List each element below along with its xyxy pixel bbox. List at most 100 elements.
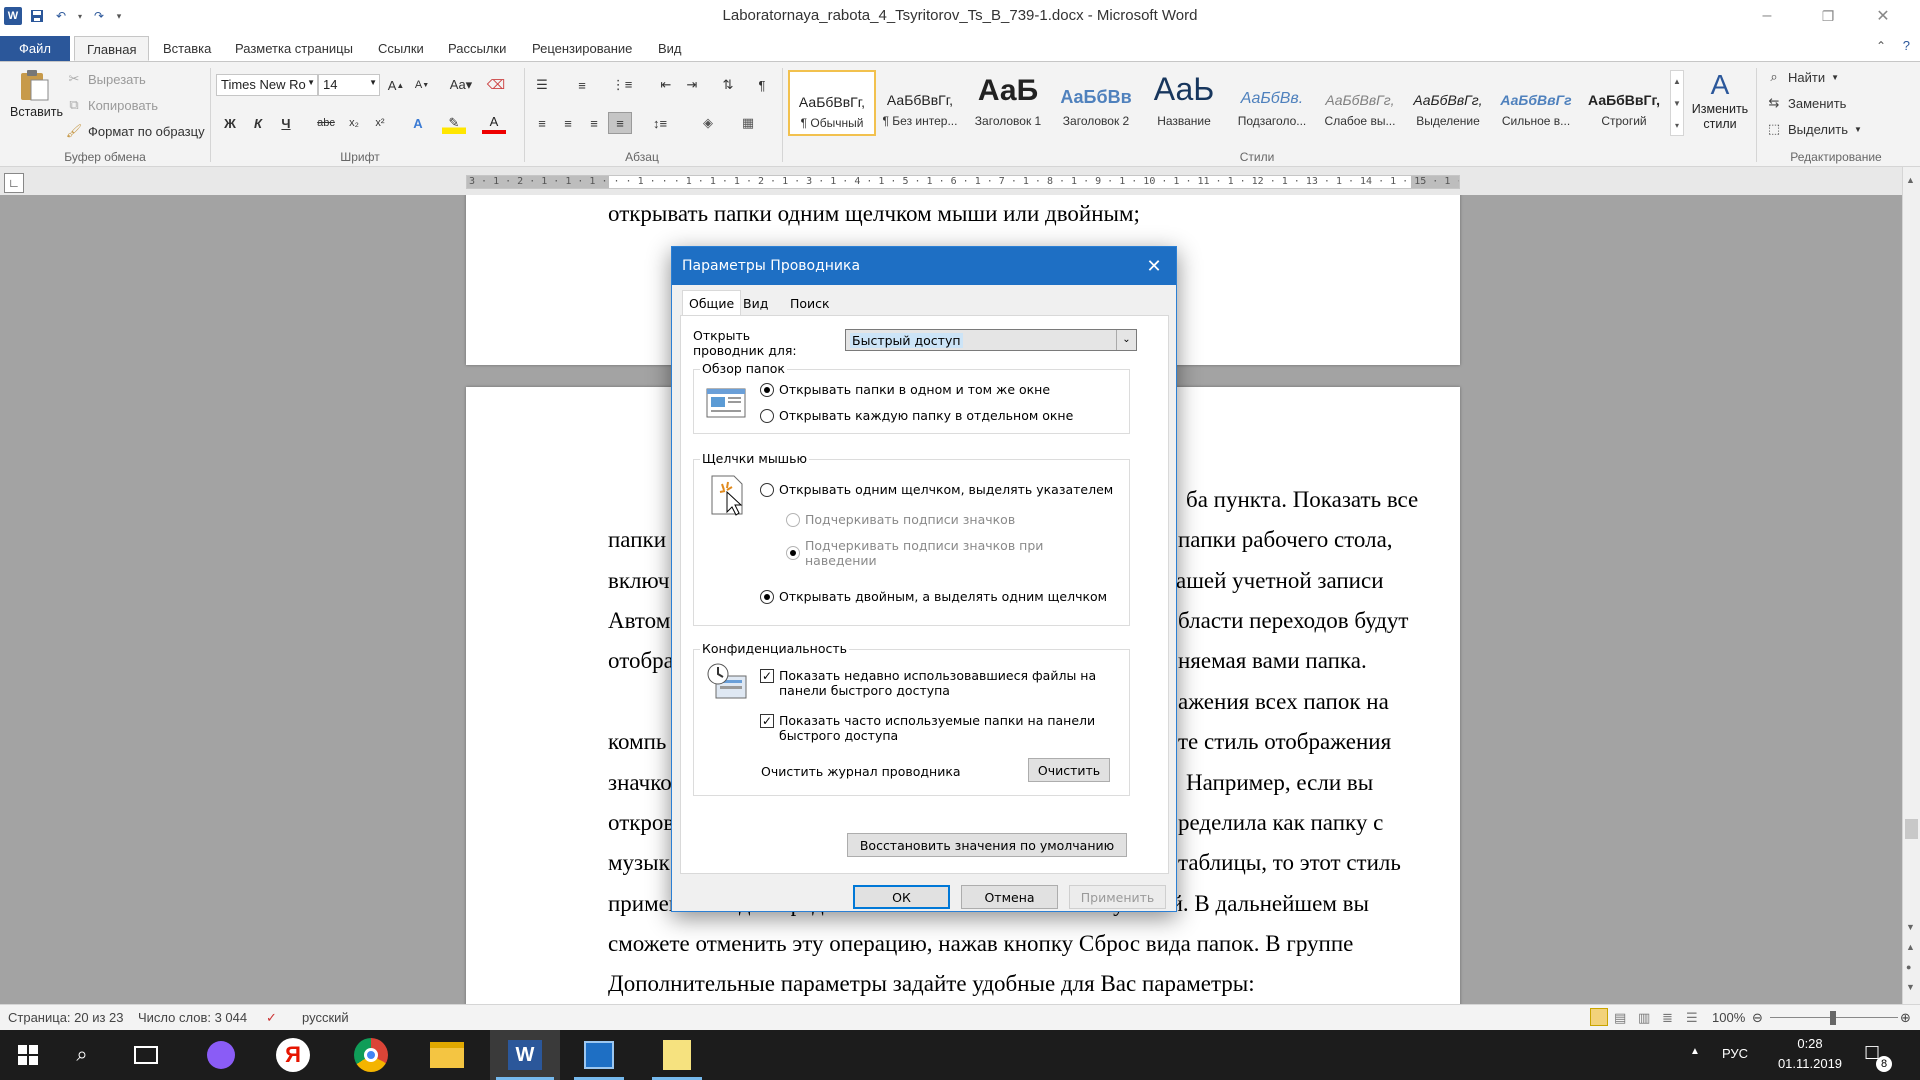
tab-review[interactable]: Рецензирование [520, 36, 644, 61]
search-icon[interactable]: ⌕ [58, 1030, 106, 1080]
outline-icon[interactable]: ≣ [1662, 1010, 1673, 1026]
bold-icon[interactable]: Ж [218, 112, 242, 134]
style-emphasis[interactable]: АаБбВвГг, Выделение [1404, 70, 1492, 136]
radio-new-window[interactable]: Открывать каждую папку в отдельном окне [760, 408, 1073, 423]
borders-icon[interactable]: ▦ [736, 112, 760, 134]
previous-page-icon[interactable]: ▲ [1906, 942, 1915, 952]
increase-indent-icon[interactable]: ⇥ [680, 74, 704, 96]
yandex-browser-icon[interactable]: Я [262, 1030, 324, 1080]
shading-icon[interactable]: ◈ [696, 112, 720, 134]
help-icon[interactable]: ? [1903, 38, 1910, 53]
tab-search[interactable]: Поиск [784, 293, 836, 315]
next-page-icon[interactable]: ▼ [1906, 982, 1915, 992]
clock-date[interactable]: 01.11.2019 [1770, 1056, 1850, 1071]
text-effects-icon[interactable]: A [406, 112, 430, 134]
tab-home[interactable]: Главная [74, 36, 150, 61]
web-layout-icon[interactable]: ▥ [1638, 1010, 1650, 1026]
show-marks-icon[interactable]: ¶ [750, 74, 774, 96]
style-strong[interactable]: АаБбВвГг, Строгий [1580, 70, 1668, 136]
restore-button[interactable]: ❐ [1805, 0, 1851, 32]
page-count[interactable]: Страница: 20 из 23 [8, 1010, 124, 1025]
scroll-thumb[interactable] [1905, 819, 1918, 839]
word-taskbar-icon[interactable]: W [490, 1030, 560, 1080]
tab-mailings[interactable]: Рассылки [436, 36, 518, 61]
vertical-scrollbar[interactable]: ▲ ▼ ▲ ● ▼ [1902, 167, 1920, 1004]
close-button[interactable]: ✕ [1860, 0, 1906, 32]
find-button[interactable]: ⌕ Найти ▼ [1766, 66, 1839, 88]
sort-icon[interactable]: ⇅ [716, 74, 740, 96]
checkbox-frequent-folders[interactable]: ✓ Показать часто используемые папки на па… [760, 713, 1110, 743]
subscript-icon[interactable]: x₂ [342, 112, 366, 134]
highlight-icon[interactable]: ✎ [442, 112, 466, 134]
style-subtitle[interactable]: АаБбВв. Подзаголо... [1228, 70, 1316, 136]
tab-selector[interactable]: ∟ [4, 173, 24, 193]
clock-time[interactable]: 0:28 [1770, 1036, 1850, 1051]
grow-font-icon[interactable]: A ▲ [384, 74, 408, 96]
minimize-button[interactable]: – [1744, 0, 1790, 32]
font-name-combo[interactable]: Times New Ro ▼ [216, 74, 318, 96]
select-browse-object-icon[interactable]: ● [1906, 962, 1911, 972]
sticky-notes-icon[interactable] [646, 1030, 708, 1080]
tab-general[interactable]: Общие [682, 290, 742, 316]
italic-icon[interactable]: К [246, 112, 270, 134]
horizontal-ruler[interactable]: 3 · 1 · 2 · 1 · 1 · 1 · · · 1 · · · 1 · … [466, 175, 1460, 189]
tab-insert[interactable]: Вставка [151, 36, 223, 61]
style-subtle-emphasis[interactable]: АаБбВвГг, Слабое вы... [1316, 70, 1404, 136]
underline-icon[interactable]: Ч [274, 112, 298, 134]
style-heading-1[interactable]: АаБ Заголовок 1 [964, 70, 1052, 136]
align-center-icon[interactable]: ≡ [556, 112, 580, 134]
scroll-up-icon[interactable]: ▲ [1906, 175, 1915, 185]
style-heading-2[interactable]: АаБбВв Заголовок 2 [1052, 70, 1140, 136]
ok-button[interactable]: ОК [853, 885, 950, 909]
language-indicator[interactable]: русский [302, 1010, 349, 1025]
alice-icon[interactable] [190, 1030, 252, 1080]
dialog-close-icon[interactable]: ✕ [1132, 247, 1176, 285]
multilevel-list-icon[interactable]: ⋮≡ [610, 74, 634, 96]
reading-mode-icon[interactable]: ▤ [1614, 1010, 1626, 1026]
checkbox-recent-files[interactable]: ✓ Показать недавно использовавшиеся файлы… [760, 668, 1110, 698]
task-view-icon[interactable] [118, 1030, 174, 1080]
restore-defaults-button[interactable]: Восстановить значения по умолчанию [847, 833, 1127, 857]
clear-history-button[interactable]: Очистить [1028, 758, 1110, 782]
collapse-ribbon-icon[interactable]: ⌃ [1876, 39, 1886, 53]
apply-button[interactable]: Применить [1069, 885, 1166, 909]
strikethrough-icon[interactable]: abc [314, 112, 338, 134]
select-button[interactable]: ⬚ Выделить ▼ [1766, 118, 1862, 140]
tab-view[interactable]: Вид [646, 36, 694, 61]
superscript-icon[interactable]: x² [368, 112, 392, 134]
open-for-select[interactable]: Быстрый доступ ⌄ [845, 329, 1137, 351]
justify-icon[interactable]: ≡ [608, 112, 632, 134]
tray-overflow-icon[interactable]: ▲ [1690, 1046, 1700, 1057]
tab-file[interactable]: Файл [0, 36, 70, 61]
radio-single-click[interactable]: Открывать одним щелчком, выделять указат… [760, 482, 1113, 497]
line-spacing-icon[interactable]: ↕≡ [648, 112, 672, 134]
replace-button[interactable]: ⇆ Заменить [1766, 92, 1847, 114]
tab-page-layout[interactable]: Разметка страницы [223, 36, 365, 61]
style-no-spacing[interactable]: АаБбВвГг, ¶ Без интер... [876, 70, 964, 136]
radio-underline-hover[interactable]: Подчеркивать подписи значков при наведен… [786, 538, 1046, 568]
style-normal[interactable]: АаБбВвГг, ¶ Обычный [788, 70, 876, 136]
word-count[interactable]: Число слов: 3 044 [138, 1010, 247, 1025]
input-language[interactable]: РУС [1722, 1046, 1748, 1061]
style-title[interactable]: АаЬ Название [1140, 70, 1228, 136]
zoom-in-icon[interactable]: ⊕ [1900, 1010, 1911, 1026]
zoom-level[interactable]: 100% [1712, 1010, 1745, 1025]
paste-button[interactable]: Вставить [10, 68, 63, 134]
change-case-icon[interactable]: Aa▾ [446, 74, 476, 96]
photos-icon[interactable] [568, 1030, 630, 1080]
draft-icon[interactable]: ☰ [1686, 1010, 1698, 1026]
styles-scroll[interactable]: ▲ ▼ ▾ [1670, 70, 1684, 136]
scroll-down-icon[interactable]: ▼ [1906, 922, 1915, 932]
cut-button[interactable]: ✂ Вырезать [66, 68, 146, 90]
print-layout-icon[interactable] [1590, 1008, 1608, 1026]
align-right-icon[interactable]: ≡ [582, 112, 606, 134]
tab-view[interactable]: Вид [737, 293, 774, 315]
format-painter-button[interactable]: 🖌 Формат по образцу [66, 120, 205, 142]
style-intense-emphasis[interactable]: АаБбВвГг Сильное в... [1492, 70, 1580, 136]
chrome-icon[interactable] [340, 1030, 402, 1080]
cancel-button[interactable]: Отмена [961, 885, 1058, 909]
radio-double-click[interactable]: Открывать двойным, а выделять одним щелч… [760, 589, 1107, 604]
radio-underline-always[interactable]: Подчеркивать подписи значков [786, 512, 1015, 527]
align-left-icon[interactable]: ≡ [530, 112, 554, 134]
change-styles-button[interactable]: A Изменить стили [1688, 68, 1752, 148]
